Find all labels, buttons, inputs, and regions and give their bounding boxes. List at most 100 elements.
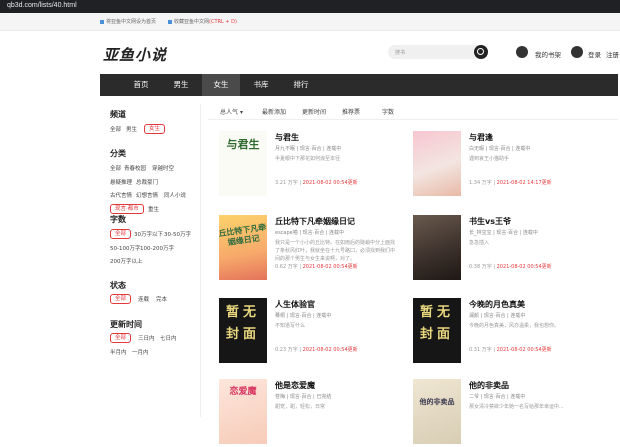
book-cover[interactable]: 暂无封面 [413, 298, 461, 363]
book-description: 急急插入 [469, 240, 490, 246]
update-7days[interactable]: 七日内 [160, 334, 177, 342]
book-meta: 月九不眠 | 现言·百合 | 连载中 [275, 146, 342, 152]
book-updated: 2021-08-02 00:54更新 [496, 264, 552, 270]
book-title[interactable]: 他是恋爱魔 [275, 380, 315, 391]
nav-male[interactable]: 男生 [162, 74, 200, 96]
cover-title: 暂无封面 [419, 305, 454, 342]
sort-newest[interactable]: 最新添加 [262, 107, 286, 116]
sort-words[interactable]: 字数 [382, 107, 394, 116]
book-description: 遇到哀王小猫助手 [469, 156, 510, 162]
words-100-200[interactable]: 100-200万字 [140, 244, 174, 252]
book-card[interactable]: 他的非卖品 他的非卖品 二爷 | 现言·百合 | 连载中 那女清冷禁欲少年她一名… [402, 372, 592, 447]
category-all[interactable]: 全部 [110, 164, 121, 172]
channel-all[interactable]: 全部 [110, 125, 121, 133]
search-icon[interactable] [474, 45, 488, 59]
sort-popularity[interactable]: 总人气 ▾ [220, 107, 243, 116]
book-card[interactable]: 与君生 与君生 月九不眠 | 现言·百合 | 连载中 半夏眼中下那花如何浪至本径… [208, 124, 398, 199]
nav-library[interactable]: 书库 [242, 74, 280, 96]
search-input[interactable]: 搜书 [395, 49, 405, 56]
category-campus[interactable]: 青春校园 [124, 164, 146, 172]
channel-title: 频道 [110, 110, 126, 119]
book-words: 0.23 万字 [275, 347, 298, 353]
update-half-month[interactable]: 半月内 [110, 348, 127, 356]
book-cover[interactable]: 暂无封面 [219, 298, 267, 363]
book-cover[interactable] [413, 215, 461, 280]
words-under-30[interactable]: 30万字以下 [134, 230, 163, 238]
book-title[interactable]: 今晚的月色真美 [469, 299, 525, 310]
login-link[interactable]: 登录 [588, 49, 601, 59]
bookmark-link[interactable]: 收藏亚鱼中文网(CTRL + D) [168, 18, 237, 25]
sort-votes[interactable]: 推荐票 [342, 107, 360, 116]
status-all[interactable]: 全部 [110, 294, 132, 304]
bookmark-shortcut: (CTRL + D) [209, 19, 237, 25]
search-box[interactable]: 搜书 [388, 45, 488, 59]
nav-home[interactable]: 首页 [122, 74, 160, 96]
sort-updated[interactable]: 更新时间 [302, 107, 326, 116]
category-mystery[interactable]: 悬疑推理 [110, 178, 132, 186]
channel-male[interactable]: 男生 [126, 125, 137, 133]
status-complete[interactable]: 完本 [156, 295, 167, 303]
words-30-50[interactable]: 30-50万字 [164, 230, 191, 238]
book-cover[interactable]: 恋爱魔 [219, 379, 267, 444]
book-cover[interactable]: 丘比特下凡牵姻缘日记 [219, 215, 267, 280]
category-ancient[interactable]: 古代言情 [110, 191, 132, 199]
update-3days[interactable]: 三日内 [138, 334, 155, 342]
main-nav: 首页 男生 女生 书库 排行 [100, 74, 618, 96]
book-info: 1.34 万字 | 2021-08-02 14:17更新 [469, 180, 552, 186]
set-homepage-link[interactable]: 将亚鱼中文网设为首页 [100, 18, 156, 25]
book-title[interactable]: 与君逢 [469, 132, 493, 143]
book-cover[interactable]: 与君生 [219, 131, 267, 196]
book-title[interactable]: 丘比特下凡牵姻缘日记 [275, 216, 355, 227]
book-words: 3.21 万字 [275, 180, 298, 186]
book-updated: 2021-08-02 00:54更新 [302, 264, 358, 270]
category-fantasy[interactable]: 幻想言情 [136, 191, 158, 199]
cover-title: 恋爱魔 [229, 387, 257, 397]
filter-sidebar: 频道 全部 男生 女生 分类 全部 青春校园 穿越时空 悬疑推理 总裁豪门 古代… [100, 104, 201, 417]
book-cover[interactable] [413, 131, 461, 196]
sort-bar: 总人气 ▾ 最新添加 更新时间 推荐票 字数 [208, 104, 618, 120]
book-meta: 长_林宝宝 | 现言·百合 | 连载中 [469, 230, 538, 236]
site-logo[interactable]: 亚鱼小说 [103, 44, 167, 65]
words-50-100[interactable]: 50-100万字 [110, 244, 140, 252]
book-title[interactable]: 人生体验官 [275, 299, 315, 310]
category-modern[interactable]: 现言·都市 [110, 204, 144, 214]
book-card[interactable]: 丘比特下凡牵姻缘日记 丘比特下凡牵姻缘日记 escape喵 | 现言·百合 | … [208, 208, 398, 283]
category-fanfic[interactable]: 同人小说 [164, 191, 186, 199]
category-ceo[interactable]: 总裁豪门 [136, 178, 158, 186]
channel-female[interactable]: 女生 [144, 124, 166, 134]
category-rebirth[interactable]: 重生 [148, 205, 159, 213]
book-title[interactable]: 他的非卖品 [469, 380, 509, 391]
register-link[interactable]: 注册 [606, 49, 619, 59]
nav-ranking[interactable]: 排行 [282, 74, 320, 96]
book-words: 0.62 万字 [275, 264, 298, 270]
nav-female[interactable]: 女生 [202, 74, 240, 96]
book-info: 0.31 万字 | 2021-08-02 00:54更新 [469, 347, 552, 353]
bookshelf-icon[interactable] [516, 46, 528, 58]
my-bookshelf-link[interactable]: 我的书架 [535, 49, 561, 59]
address-url[interactable]: qb3d.com/lists/40.html [7, 2, 77, 9]
home-icon [100, 19, 104, 24]
update-all[interactable]: 全部 [110, 333, 132, 343]
book-card[interactable]: 暂无封面 人生体验官 蓦桐 | 现言·百合 | 连载中 不知道写什么 0.23 … [208, 291, 398, 366]
book-title[interactable]: 书生vs王爷 [469, 216, 511, 227]
book-description: 半夏眼中下那花如何浪至本径 [275, 156, 341, 162]
words-over-200[interactable]: 200万字以上 [110, 257, 143, 265]
top-strip: 将亚鱼中文网设为首页 收藏亚鱼中文网(CTRL + D) [0, 13, 620, 31]
sort-popularity-label: 总人气 [220, 109, 239, 116]
book-card[interactable]: 恋爱魔 他是恋爱魔 苍梅 | 现言·百合 | 已完结 甜宠，甜，轻松，日常 [208, 372, 398, 447]
status-ongoing[interactable]: 连载 [138, 295, 149, 303]
status-title: 状态 [110, 281, 126, 290]
book-card[interactable]: 书生vs王爷 长_林宝宝 | 现言·百合 | 连载中 急急插入 0.38 万字 … [402, 208, 592, 283]
set-homepage-text: 将亚鱼中文网设为首页 [106, 19, 157, 25]
cover-title: 与君生 [226, 138, 260, 151]
words-all[interactable]: 全部 [110, 229, 132, 239]
book-description: 今晚的月色真美，风亦温柔，我也想你。 [469, 323, 560, 329]
browser-address-bar[interactable]: qb3d.com/lists/40.html [0, 0, 620, 13]
category-time-travel[interactable]: 穿越时空 [152, 164, 174, 172]
book-card[interactable]: 暂无封面 今晚的月色真美 澜颜 | 现言·百合 | 连载中 今晚的月色真美，风亦… [402, 291, 592, 366]
update-month[interactable]: 一月内 [132, 348, 149, 356]
book-title[interactable]: 与君生 [275, 132, 299, 143]
book-card[interactable]: 与君逢 白无暇 | 现言·百合 | 连载中 遇到哀王小猫助手 1.34 万字 |… [402, 124, 592, 199]
book-cover[interactable]: 他的非卖品 [413, 379, 461, 444]
user-icon[interactable] [571, 46, 583, 58]
